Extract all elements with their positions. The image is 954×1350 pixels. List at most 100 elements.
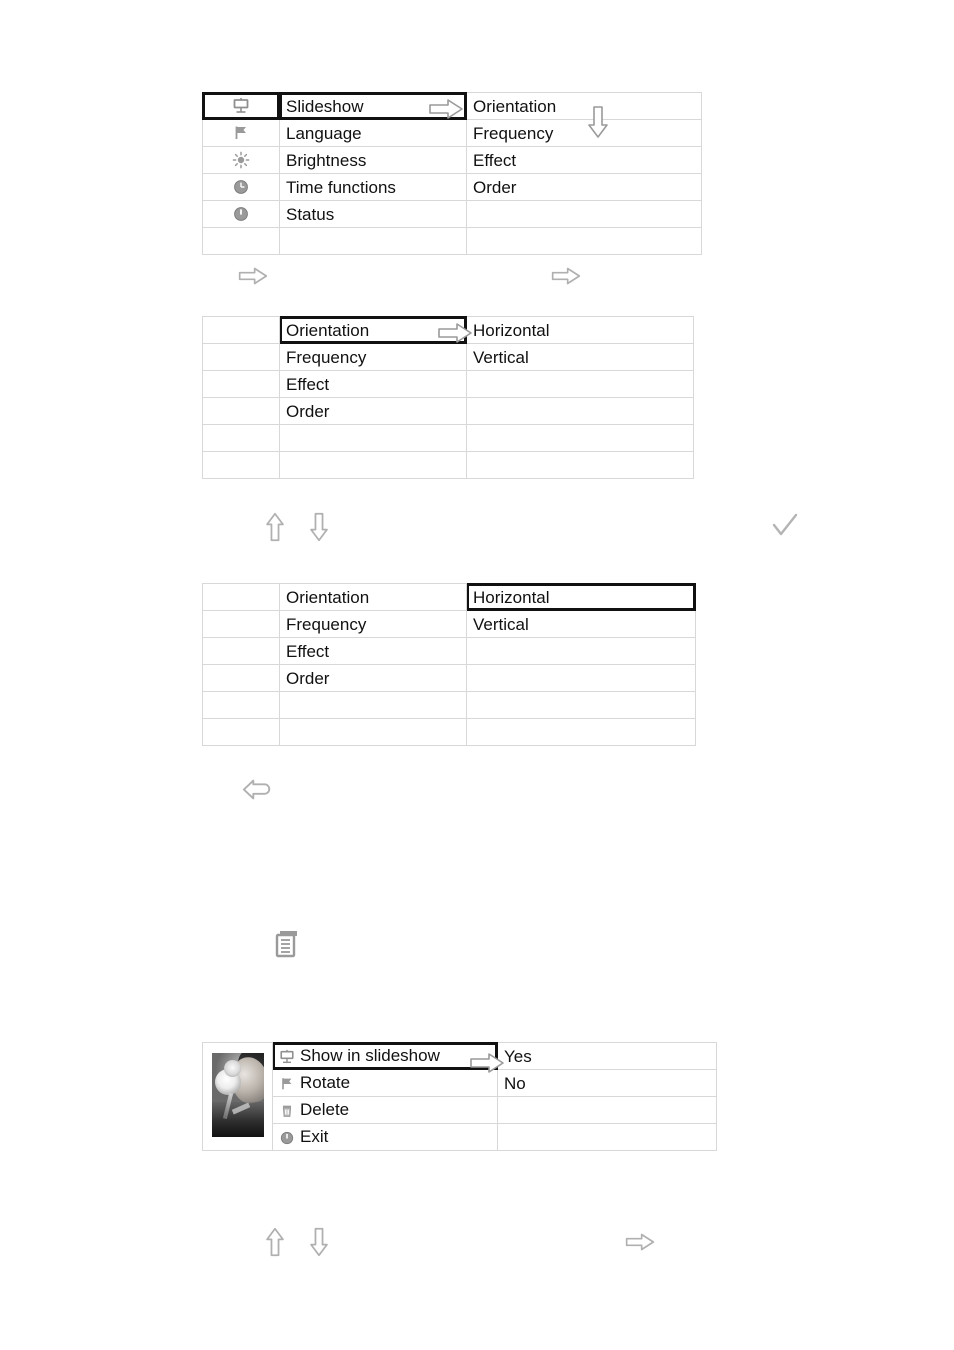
photo-thumbnail[interactable] <box>202 1042 273 1151</box>
photo-thumbnail-image <box>211 1053 264 1137</box>
menu1-submenu-blank-6 <box>466 227 702 255</box>
table-row[interactable]: Frequency Vertical <box>202 343 694 371</box>
nav-row2-confirm[interactable] <box>770 511 800 541</box>
right-arrow-icon <box>551 265 581 287</box>
table-row[interactable]: Slideshow Orientation <box>202 92 702 120</box>
table-row <box>202 227 702 255</box>
menu3-icon-1 <box>202 583 280 611</box>
menu3-icon-5 <box>202 691 280 719</box>
menu1-label-slideshow[interactable]: Slideshow <box>279 92 467 120</box>
menu4-label-exit: Exit <box>300 1127 329 1147</box>
menu3-icon-2 <box>202 610 280 638</box>
nav-row4-document[interactable] <box>274 928 302 960</box>
photo-context-menu[interactable]: Show in slideshow Yes Rotate No Delete E… <box>202 1042 717 1151</box>
menu3-value-5 <box>466 691 696 719</box>
menu3-label-effect[interactable]: Effect <box>279 637 467 665</box>
menu4-row-rotate[interactable]: Rotate <box>272 1069 498 1097</box>
menu1-label-time-functions[interactable]: Time functions <box>279 173 467 201</box>
table-row[interactable]: Show in slideshow Yes <box>202 1042 717 1151</box>
flag-icon <box>232 124 250 142</box>
nav-row3-back-arrow[interactable] <box>242 778 274 802</box>
menu4-value-3 <box>497 1096 717 1124</box>
table-row[interactable]: Frequency Vertical <box>202 610 696 638</box>
menu1-submenu-order[interactable]: Order <box>466 173 702 201</box>
menu1-icon-language[interactable] <box>202 119 280 147</box>
menu3-icon-6 <box>202 718 280 746</box>
table-row[interactable]: Effect <box>202 370 694 398</box>
table-row[interactable]: Delete <box>203 1096 717 1124</box>
brightness-icon <box>232 151 250 169</box>
menu1-icon-status[interactable] <box>202 200 280 228</box>
table-row[interactable]: Time functions Order <box>202 173 702 201</box>
nav-row2-up-arrow[interactable] <box>264 512 286 542</box>
menu3-value-6 <box>466 718 696 746</box>
menu3-value-3 <box>466 637 696 665</box>
nav-row2-down-arrow[interactable] <box>308 512 330 542</box>
menu1-submenu-frequency[interactable]: Frequency <box>466 119 702 147</box>
slideshow-submenu[interactable]: Orientation Horizontal Frequency Vertica… <box>202 316 694 479</box>
table-row <box>202 424 694 452</box>
right-arrow-icon <box>238 265 268 287</box>
menu1-icon-brightness[interactable] <box>202 146 280 174</box>
table-row[interactable]: Rotate No <box>203 1069 717 1097</box>
menu1-label-status[interactable]: Status <box>279 200 467 228</box>
orientation-value-menu[interactable]: Orientation Horizontal Frequency Vertica… <box>202 583 696 746</box>
menu1-label-language[interactable]: Language <box>279 119 467 147</box>
menu2-label-5 <box>279 424 467 452</box>
menu1-label-brightness[interactable]: Brightness <box>279 146 467 174</box>
menu2-value-horizontal[interactable]: Horizontal <box>466 316 694 344</box>
menu1-submenu-orientation[interactable]: Orientation <box>466 92 702 120</box>
slideshow-icon <box>232 97 250 115</box>
nav-row5-right-arrow[interactable] <box>625 1231 655 1253</box>
menu3-label-frequency[interactable]: Frequency <box>279 610 467 638</box>
menu2-icon-2 <box>202 343 280 371</box>
menu2-label-order[interactable]: Order <box>279 397 467 425</box>
menu1-label-blank-6 <box>279 227 467 255</box>
trash-icon <box>279 1103 295 1119</box>
table-row[interactable]: Exit <box>203 1123 717 1151</box>
table-row[interactable]: Orientation Horizontal <box>202 583 696 611</box>
table-row[interactable]: Effect <box>202 637 696 665</box>
nav-row1-right-arrow[interactable] <box>551 265 581 287</box>
nav-row1-left-arrow[interactable] <box>238 265 268 287</box>
table-row[interactable]: Language Frequency <box>202 119 702 147</box>
menu3-value-horizontal[interactable]: Horizontal <box>466 583 696 611</box>
nav-row5-down-arrow[interactable] <box>308 1227 330 1257</box>
menu2-value-4 <box>466 397 694 425</box>
menu4-label-rotate: Rotate <box>300 1073 351 1093</box>
power-icon <box>232 205 250 223</box>
menu4-row-exit[interactable]: Exit <box>272 1123 498 1151</box>
menu4-value-yes[interactable]: Yes <box>497 1042 717 1070</box>
menu3-label-6 <box>279 718 467 746</box>
slideshow-icon <box>279 1049 295 1065</box>
clock-icon <box>232 178 250 196</box>
menu2-label-orientation[interactable]: Orientation <box>279 316 467 344</box>
menu3-label-5 <box>279 691 467 719</box>
menu1-icon-time-functions[interactable] <box>202 173 280 201</box>
menu4-value-no[interactable]: No <box>497 1069 717 1097</box>
menu2-value-vertical[interactable]: Vertical <box>466 343 694 371</box>
table-row[interactable]: Brightness Effect <box>202 146 702 174</box>
main-settings-menu[interactable]: Slideshow Orientation Language Frequency <box>202 92 702 255</box>
table-row[interactable]: Order <box>202 664 696 692</box>
menu2-label-6 <box>279 451 467 479</box>
table-row[interactable]: Order <box>202 397 694 425</box>
menu2-label-frequency[interactable]: Frequency <box>279 343 467 371</box>
menu1-submenu-blank-5 <box>466 200 702 228</box>
menu4-row-delete[interactable]: Delete <box>272 1096 498 1124</box>
table-row[interactable]: Status <box>202 200 702 228</box>
power-icon <box>279 1130 295 1146</box>
menu2-value-3 <box>466 370 694 398</box>
nav-row5-up-arrow[interactable] <box>264 1227 286 1257</box>
menu2-label-effect[interactable]: Effect <box>279 370 467 398</box>
menu4-row-show-in-slideshow[interactable]: Show in slideshow <box>272 1042 498 1070</box>
table-row[interactable]: Orientation Horizontal <box>202 316 694 344</box>
menu1-submenu-effect[interactable]: Effect <box>466 146 702 174</box>
menu1-icon-slideshow[interactable] <box>202 92 280 120</box>
table-row <box>202 451 694 479</box>
menu3-label-order[interactable]: Order <box>279 664 467 692</box>
menu3-label-orientation[interactable]: Orientation <box>279 583 467 611</box>
table-row <box>202 718 696 746</box>
menu4-label-show-in-slideshow: Show in slideshow <box>300 1046 440 1066</box>
menu3-value-vertical[interactable]: Vertical <box>466 610 696 638</box>
